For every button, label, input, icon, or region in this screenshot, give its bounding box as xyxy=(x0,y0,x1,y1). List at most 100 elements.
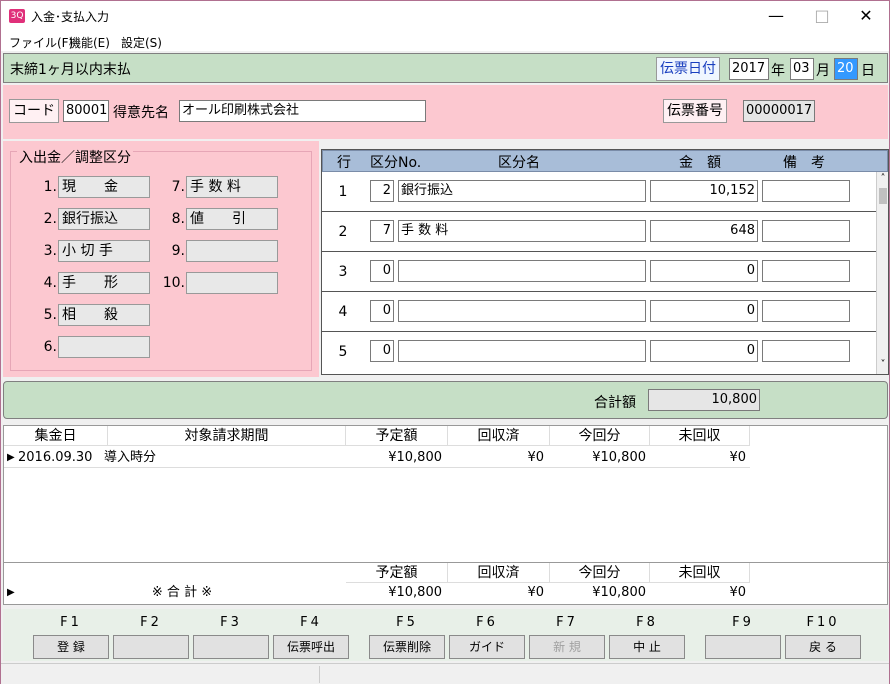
row-code-field[interactable]: 2 xyxy=(370,180,394,202)
f10-back-button[interactable]: 戻 る xyxy=(785,635,861,659)
f8-cancel-button[interactable]: 中 止 xyxy=(609,635,685,659)
year-field[interactable]: 2017 xyxy=(729,58,769,80)
row-number: 1 xyxy=(338,184,348,200)
row-name-field[interactable] xyxy=(398,340,646,362)
entry-grid: 行 区分No. 区分名 金 額 備 考 1 2 銀行振込 10,152 2 7 … xyxy=(321,149,889,375)
menu-settings[interactable]: 設定(S) xyxy=(121,34,162,51)
row-code-field[interactable]: 0 xyxy=(370,300,394,322)
category-no-10: 10. xyxy=(162,275,185,291)
row-amount-field[interactable]: 10,152 xyxy=(650,180,758,202)
row-number: 3 xyxy=(338,264,348,280)
menu-function[interactable]: 機能(E) xyxy=(69,34,110,51)
year-unit: 年 xyxy=(771,63,785,79)
col-name: 区分名 xyxy=(498,155,540,171)
category-offset[interactable]: 相 殺 xyxy=(58,304,150,326)
total-amount: 10,800 xyxy=(648,389,760,411)
customer-name-field[interactable]: オール印刷株式会社 xyxy=(179,100,426,122)
row-amount-field[interactable]: 648 xyxy=(650,220,758,242)
collection-date: 2016.09.30 xyxy=(18,450,93,465)
category-cash[interactable]: 現 金 xyxy=(58,176,150,198)
fkey-label-f6: F6 xyxy=(476,615,498,630)
row-amount-field[interactable]: 0 xyxy=(650,300,758,322)
scroll-thumb[interactable] xyxy=(879,188,887,204)
fkey-label-f8: F8 xyxy=(636,615,658,630)
customer-name-label: 得意先名 xyxy=(113,105,169,121)
row-note-field[interactable] xyxy=(762,340,850,362)
row-amount-field[interactable]: 0 xyxy=(650,340,758,362)
maximize-button[interactable]: □ xyxy=(799,1,845,31)
collection-current: ¥10,800 xyxy=(592,450,646,465)
row-name-field[interactable]: 手 数 料 xyxy=(398,220,646,242)
row-code-field[interactable]: 7 xyxy=(370,220,394,242)
fkey-label-f7: F7 xyxy=(556,615,578,630)
summary-remaining: ¥0 xyxy=(729,585,746,600)
category-no-6: 6. xyxy=(43,339,57,355)
menu-bar: ファイル(F) 機能(E) 設定(S) xyxy=(1,31,889,51)
category-bank-transfer[interactable]: 銀行振込 xyxy=(58,208,150,230)
f4-recall-slip-button[interactable]: 伝票呼出 xyxy=(273,635,349,659)
grid-row: 1 2 銀行振込 10,152 xyxy=(322,172,876,212)
f1-register-button[interactable]: 登 録 xyxy=(33,635,109,659)
scroll-up-icon[interactable]: ˄ xyxy=(877,172,889,186)
collection-period: 導入時分 xyxy=(104,450,157,465)
category-no-2: 2. xyxy=(43,211,57,227)
category-6[interactable] xyxy=(58,336,150,358)
row-name-field[interactable] xyxy=(398,300,646,322)
f5-delete-slip-button[interactable]: 伝票削除 xyxy=(369,635,445,659)
row-note-field[interactable] xyxy=(762,180,850,202)
month-field[interactable]: 03 xyxy=(790,58,814,80)
day-unit: 日 xyxy=(861,63,875,79)
category-9[interactable] xyxy=(186,240,278,262)
category-no-1: 1. xyxy=(43,179,57,195)
row-amount-field[interactable]: 0 xyxy=(650,260,758,282)
window-title: 入金･支払入力 xyxy=(31,10,110,24)
fkey-label-f10: F10 xyxy=(806,615,840,630)
col-period: 対象請求期間 xyxy=(108,426,346,446)
f3-button[interactable] xyxy=(193,635,269,659)
title-bar: 3Q 入金･支払入力 — □ ✕ xyxy=(1,1,889,31)
close-button[interactable]: ✕ xyxy=(843,1,889,31)
col-collection-date: 集金日 xyxy=(4,426,108,446)
row-number: 5 xyxy=(338,344,348,360)
col-planned: 予定額 xyxy=(346,426,448,446)
grid-scrollbar[interactable]: ˄ ˅ xyxy=(876,172,888,374)
fkey-label-f2: F2 xyxy=(140,615,162,630)
total-bar: 合計額 10,800 xyxy=(3,381,888,419)
category-10[interactable] xyxy=(186,272,278,294)
col-current: 今回分 xyxy=(550,426,650,446)
customer-code-field[interactable]: 80001 xyxy=(63,100,109,122)
row-name-field[interactable]: 銀行振込 xyxy=(398,180,646,202)
row-marker-icon: ▶ xyxy=(7,452,15,463)
main-window: 3Q 入金･支払入力 — □ ✕ ファイル(F) 機能(E) 設定(S) 末締1… xyxy=(0,0,890,684)
day-field[interactable]: 20 xyxy=(834,58,858,80)
f2-button[interactable] xyxy=(113,635,189,659)
function-key-bar: F1 登 録 F2 F3 F4 伝票呼出 F5 伝票削除 F6 ガイド F7 新… xyxy=(3,609,888,661)
category-bill[interactable]: 手 形 xyxy=(58,272,150,294)
scroll-down-icon[interactable]: ˅ xyxy=(877,358,889,372)
total-label: 合計額 xyxy=(594,395,636,411)
col-remaining: 未回収 xyxy=(650,426,750,446)
category-no-4: 4. xyxy=(43,275,57,291)
category-fee[interactable]: 手 数 料 xyxy=(186,176,278,198)
row-name-field[interactable] xyxy=(398,260,646,282)
category-discount[interactable]: 値 引 xyxy=(186,208,278,230)
grid-row: 4 0 0 xyxy=(322,292,876,332)
slip-no-label: 伝票番号 xyxy=(663,99,727,123)
row-note-field[interactable] xyxy=(762,220,850,242)
row-code-field[interactable]: 0 xyxy=(370,340,394,362)
row-note-field[interactable] xyxy=(762,260,850,282)
menu-file[interactable]: ファイル(F) xyxy=(9,34,73,51)
category-no-5: 5. xyxy=(43,307,57,323)
minimize-button[interactable]: — xyxy=(753,1,799,31)
status-divider xyxy=(319,666,320,683)
row-note-field[interactable] xyxy=(762,300,850,322)
f9-button[interactable] xyxy=(705,635,781,659)
row-code-field[interactable]: 0 xyxy=(370,260,394,282)
f6-guide-button[interactable]: ガイド xyxy=(449,635,525,659)
category-no-8: 8. xyxy=(171,211,185,227)
table-row[interactable]: ▶ 2016.09.30 導入時分 ¥10,800 ¥0 ¥10,800 ¥0 xyxy=(4,448,750,468)
header-bar: 末締1ヶ月以内末払 伝票日付 2017 年 03 月 20 日 xyxy=(3,53,888,83)
collection-table: 集金日 対象請求期間 予定額 回収済 今回分 未回収 ▶ 2016.09.30 … xyxy=(3,425,889,605)
category-check[interactable]: 小 切 手 xyxy=(58,240,150,262)
category-panel: 入出金／調整区分 1. 現 金 2. 銀行振込 3. 小 切 手 4. 手 形 … xyxy=(3,141,319,377)
